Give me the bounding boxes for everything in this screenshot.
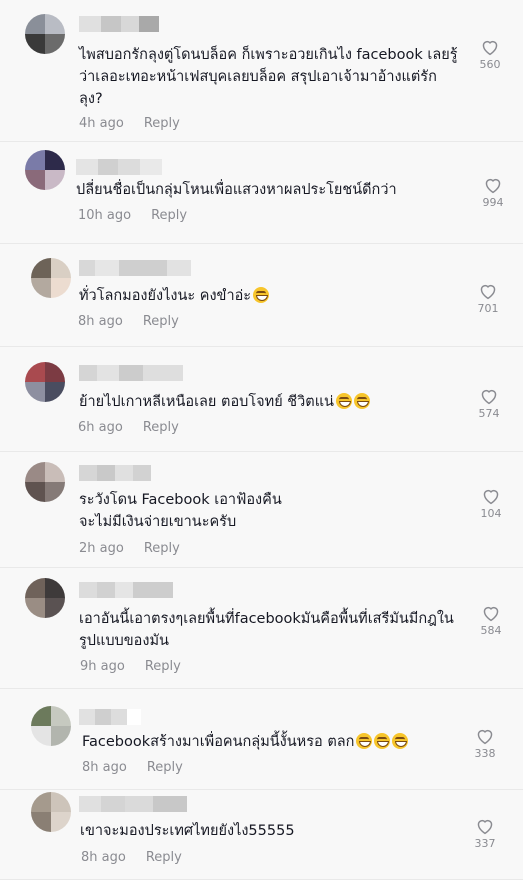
- comment-text-content: Facebookสร้างมาเพื่อคนกลุ่มนี้งั้นหรอ ตล…: [82, 734, 355, 750]
- username-blurred[interactable]: [79, 365, 183, 381]
- comment-meta: 9h ago Reply: [80, 659, 181, 674]
- reply-button[interactable]: Reply: [146, 850, 182, 865]
- like-button[interactable]: 337: [465, 817, 505, 850]
- comment-text: ทั่วโลกมองยังไงนะ คงขำอ่ะ: [79, 285, 456, 307]
- comment-time: 8h ago: [82, 760, 127, 775]
- heart-icon: [471, 487, 511, 505]
- comment-time: 6h ago: [78, 420, 123, 435]
- heart-icon: [468, 282, 508, 300]
- like-button[interactable]: 701: [468, 282, 508, 315]
- comment-meta: 8h ago Reply: [81, 850, 182, 865]
- reply-button[interactable]: Reply: [151, 208, 187, 223]
- username-blurred[interactable]: [79, 709, 141, 725]
- avatar[interactable]: [31, 258, 71, 298]
- comment-item: เอาอันนี้เอาตรงๆเลยพื้นที่facebookมันคือ…: [0, 568, 523, 689]
- comment-item: เขาจะมองประเทศไทยยังไง55555 8h ago Reply 33…: [0, 790, 523, 880]
- comment-text: ปลี่ยนชื่อเป็นกลุ่มโหนเพื่อแสวงหาผลประโย…: [76, 179, 461, 201]
- comment-text: ย้ายไปเกาหลีเหนือเลย ตอบโจทย์ ชีวิตแน่: [79, 391, 457, 413]
- like-button[interactable]: 584: [471, 604, 511, 637]
- heart-icon: [465, 727, 505, 745]
- comment-text: ระวังโดน Facebook เอาฟ้องคืน จะไม่มีเงิน…: [79, 489, 459, 533]
- comment-meta: 8h ago Reply: [82, 760, 183, 775]
- like-count: 338: [474, 747, 496, 760]
- reply-button[interactable]: Reply: [144, 116, 180, 131]
- reply-button[interactable]: Reply: [147, 760, 183, 775]
- username-blurred[interactable]: [79, 582, 173, 598]
- comment-time: 10h ago: [78, 208, 132, 223]
- reply-button[interactable]: Reply: [143, 314, 179, 329]
- reply-button[interactable]: Reply: [144, 541, 180, 556]
- comment-text-content: ปลี่ยนชื่อเป็นกลุ่มโหนเพื่อแสวงหาผลประโย…: [76, 182, 397, 198]
- like-count: 701: [477, 302, 499, 315]
- avatar[interactable]: [31, 792, 71, 832]
- heart-icon: [469, 387, 509, 405]
- comment-text: เขาจะมองประเทศไทยยังไง55555: [80, 820, 453, 842]
- comment-text: Facebookสร้างมาเพื่อคนกลุ่มนี้งั้นหรอ ตล…: [82, 731, 453, 753]
- comment-item: Facebookสร้างมาเพื่อคนกลุ่มนี้งั้นหรอ ตล…: [0, 689, 523, 790]
- username-blurred[interactable]: [79, 260, 191, 276]
- like-button[interactable]: 560: [470, 38, 510, 71]
- comment-item: ทั่วโลกมองยังไงนะ คงขำอ่ะ 8h ago Reply 701: [0, 244, 523, 347]
- comment-time: 8h ago: [78, 314, 123, 329]
- comment-meta: 2h ago Reply: [79, 541, 180, 556]
- laughing-emoji-icon: [374, 733, 391, 749]
- comment-text-content: ระวังโดน Facebook เอาฟ้องคืน จะไม่มีเงิน…: [79, 492, 282, 530]
- heart-icon: [465, 817, 505, 835]
- heart-icon: [470, 38, 510, 56]
- comment-item: ระวังโดน Facebook เอาฟ้องคืน จะไม่มีเงิน…: [0, 452, 523, 568]
- comment-meta: 10h ago Reply: [78, 208, 187, 223]
- comment-meta: 6h ago Reply: [78, 420, 179, 435]
- comment-item: ปลี่ยนชื่อเป็นกลุ่มโหนเพื่อแสวงหาผลประโย…: [0, 142, 523, 244]
- like-count: 104: [480, 507, 502, 520]
- comment-item: ย้ายไปเกาหลีเหนือเลย ตอบโจทย์ ชีวิตแน่ 6h…: [0, 347, 523, 452]
- username-blurred[interactable]: [76, 159, 162, 175]
- like-count: 584: [480, 624, 502, 637]
- comment-time: 9h ago: [80, 659, 125, 674]
- comment-meta: 8h ago Reply: [78, 314, 179, 329]
- comment-time: 8h ago: [81, 850, 126, 865]
- laughing-emoji-icon: [335, 393, 352, 409]
- like-count: 994: [482, 196, 504, 209]
- like-button[interactable]: 574: [469, 387, 509, 420]
- reply-button[interactable]: Reply: [145, 659, 181, 674]
- heart-icon: [473, 176, 513, 194]
- comment-text-content: ทั่วโลกมองยังไงนะ คงขำอ่ะ: [79, 288, 252, 304]
- comment-text: ไพสบอกรักลุงตู่โดนบล็อค ก็เพราะอวยเกินไง…: [79, 44, 458, 110]
- like-count: 574: [478, 407, 500, 420]
- comment-item: ไพสบอกรักลุงตู่โดนบล็อค ก็เพราะอวยเกินไง…: [0, 0, 523, 142]
- like-count: 560: [479, 58, 501, 71]
- avatar[interactable]: [25, 150, 65, 190]
- laughing-emoji-icon: [353, 393, 370, 409]
- comment-text: เอาอันนี้เอาตรงๆเลยพื้นที่facebookมันคือ…: [79, 608, 459, 652]
- username-blurred[interactable]: [79, 796, 187, 812]
- comment-text-content: ไพสบอกรักลุงตู่โดนบล็อค ก็เพราะอวยเกินไง…: [79, 47, 458, 107]
- laughing-emoji-icon: [356, 733, 373, 749]
- comment-text-content: เขาจะมองประเทศไทยยังไง55555: [80, 823, 295, 839]
- comment-meta: 4h ago Reply: [79, 116, 180, 131]
- like-button[interactable]: 104: [471, 487, 511, 520]
- username-blurred[interactable]: [79, 16, 159, 32]
- comment-text-content: ย้ายไปเกาหลีเหนือเลย ตอบโจทย์ ชีวิตแน่: [79, 394, 334, 410]
- like-count: 337: [474, 837, 496, 850]
- comment-time: 2h ago: [79, 541, 124, 556]
- like-button[interactable]: 338: [465, 727, 505, 760]
- laughing-emoji-icon: [392, 733, 409, 749]
- avatar[interactable]: [31, 706, 71, 746]
- avatar[interactable]: [25, 362, 65, 402]
- avatar[interactable]: [25, 578, 65, 618]
- avatar[interactable]: [25, 14, 65, 54]
- comment-text-content: เอาอันนี้เอาตรงๆเลยพื้นที่facebookมันคือ…: [79, 611, 454, 649]
- laughing-emoji-icon: [253, 287, 270, 303]
- heart-icon: [471, 604, 511, 622]
- like-button[interactable]: 994: [473, 176, 513, 209]
- avatar[interactable]: [25, 462, 65, 502]
- comment-time: 4h ago: [79, 116, 124, 131]
- reply-button[interactable]: Reply: [143, 420, 179, 435]
- username-blurred[interactable]: [79, 465, 151, 481]
